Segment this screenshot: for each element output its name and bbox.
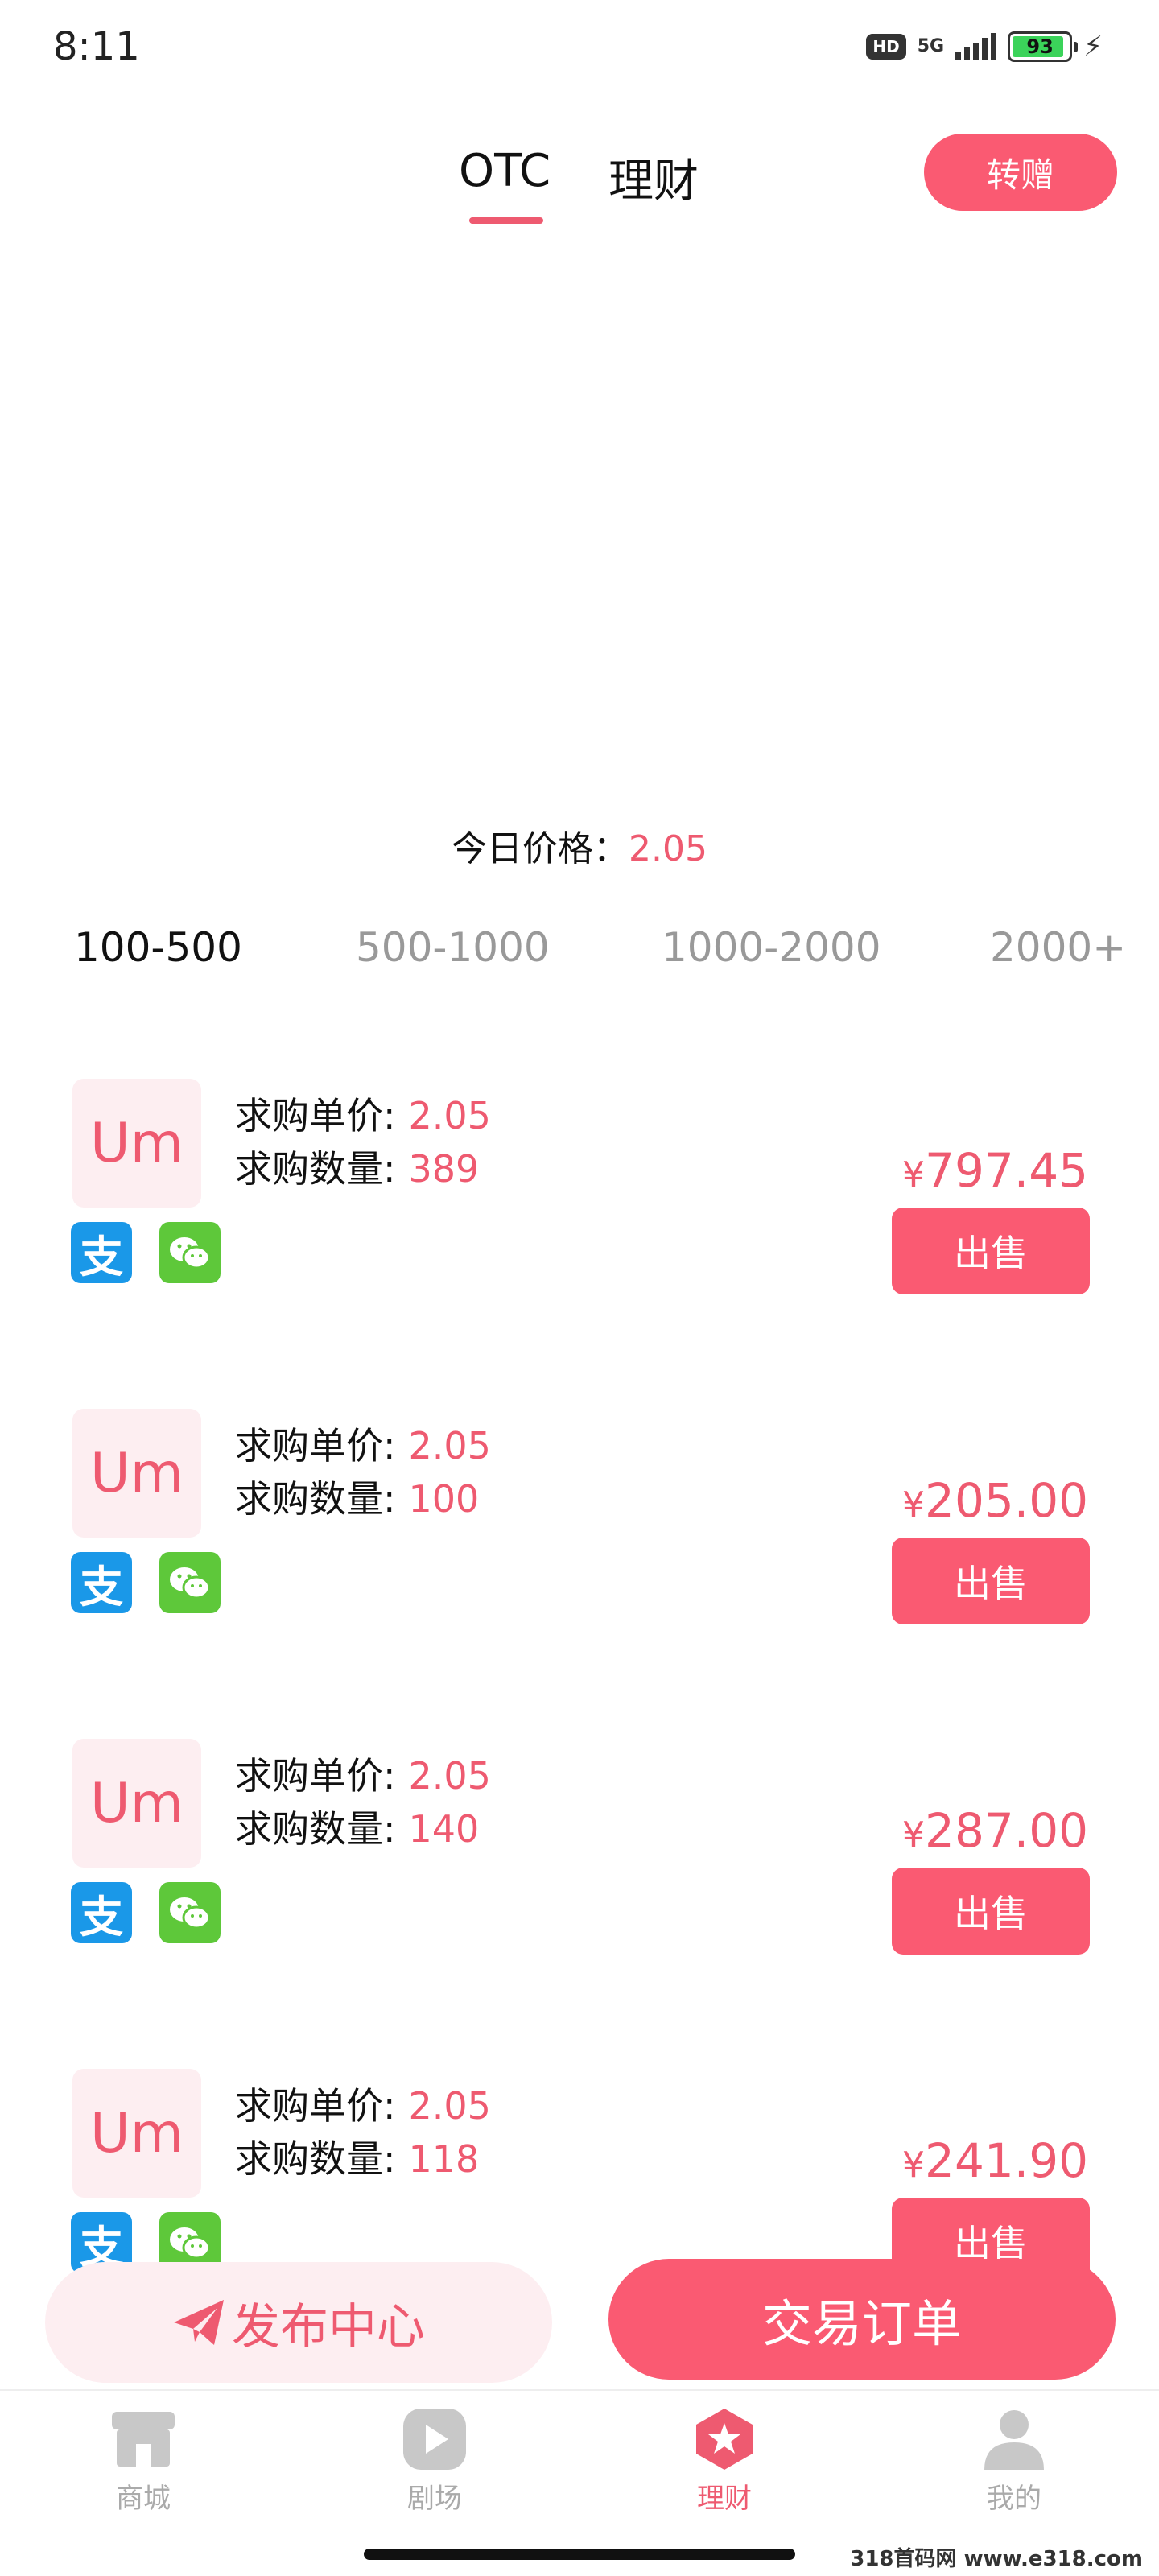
total-amount: ¥241.90 xyxy=(902,2133,1088,2188)
nav-label: 我的 xyxy=(987,2483,1041,2515)
transfer-gift-button[interactable]: 转赠 xyxy=(924,134,1117,211)
unit-price-label: 求购单价: xyxy=(235,2084,396,2128)
nav-item-shop[interactable]: 商城 xyxy=(71,2407,216,2516)
sell-button[interactable]: 出售 xyxy=(892,1208,1090,1294)
watermark: 318首码网 www.e318.com xyxy=(850,2547,1143,2571)
avatar: Um xyxy=(72,1079,201,1208)
quantity-row: 求购数量: 118 xyxy=(235,2130,479,2183)
publish-center-button[interactable]: 发布中心 xyxy=(45,2262,552,2383)
sell-button[interactable]: 出售 xyxy=(892,1868,1090,1955)
quantity-value: 389 xyxy=(408,1147,480,1191)
range-tab-100-500[interactable]: 100-500 xyxy=(74,924,242,971)
wechat-icon xyxy=(159,1882,221,1943)
order-item: Um 支 求购单价: 2.05 求购数量: 140 ¥287.00 出售 xyxy=(0,1739,1159,1980)
total-value: 287.00 xyxy=(925,1803,1088,1858)
order-item: Um 支 求购单价: 2.05 求购数量: 389 ¥797.45 出售 xyxy=(0,1079,1159,1320)
nav-label: 剧场 xyxy=(407,2483,462,2515)
today-price-value: 2.05 xyxy=(629,828,707,869)
total-amount: ¥797.45 xyxy=(902,1143,1088,1198)
range-tab-1000-2000[interactable]: 1000-2000 xyxy=(662,924,881,971)
trade-orders-button[interactable]: 交易订单 xyxy=(608,2259,1116,2380)
quantity-label: 求购数量: xyxy=(235,2137,396,2181)
quantity-label: 求购数量: xyxy=(235,1477,396,1521)
alipay-icon: 支 xyxy=(71,1882,132,1943)
quantity-row: 求购数量: 100 xyxy=(235,1470,479,1523)
quantity-value: 140 xyxy=(408,1807,480,1851)
user-icon xyxy=(984,2410,1044,2470)
tab-licai[interactable]: 理财 xyxy=(608,145,699,210)
nav-label: 商城 xyxy=(116,2483,171,2515)
quantity-label: 求购数量: xyxy=(235,1147,396,1191)
nav-item-mine[interactable]: 我的 xyxy=(942,2407,1087,2516)
hd-badge: HD xyxy=(866,34,906,60)
battery-icon: 93 xyxy=(1008,31,1079,62)
yen-symbol: ¥ xyxy=(902,1484,926,1525)
today-price: 今日价格：2.05 xyxy=(0,819,1159,871)
shop-icon xyxy=(112,2412,175,2467)
status-icons: HD 5G 93 ⚡ xyxy=(866,31,1103,63)
quantity-value: 100 xyxy=(408,1477,480,1521)
total-value: 241.90 xyxy=(925,2133,1088,2188)
active-tab-indicator xyxy=(469,217,543,224)
unit-price-row: 求购单价: 2.05 xyxy=(235,1087,491,1140)
total-amount: ¥287.00 xyxy=(902,1803,1088,1858)
range-filter: 100-500 500-1000 1000-2000 2000+ xyxy=(0,924,1159,980)
unit-price-label: 求购单价: xyxy=(235,1094,396,1137)
paper-plane-icon xyxy=(174,2300,224,2345)
nav-item-finance[interactable]: 理财 xyxy=(652,2407,797,2516)
unit-price-row: 求购单价: 2.05 xyxy=(235,1747,491,1800)
status-bar: 8:11 HD 5G 93 ⚡ xyxy=(0,0,1159,105)
yen-symbol: ¥ xyxy=(902,1154,926,1195)
battery-level: 93 xyxy=(1026,35,1054,58)
alipay-icon: 支 xyxy=(71,1552,132,1613)
quantity-row: 求购数量: 140 xyxy=(235,1800,479,1853)
yen-symbol: ¥ xyxy=(902,2145,926,2186)
play-icon xyxy=(403,2409,466,2470)
unit-price-label: 求购单价: xyxy=(235,1754,396,1798)
publish-center-label: 发布中心 xyxy=(232,2298,425,2355)
alipay-icon: 支 xyxy=(71,1222,132,1283)
action-bar: 发布中心 交易订单 xyxy=(0,2254,1159,2383)
order-item: Um 支 求购单价: 2.05 求购数量: 100 ¥205.00 出售 xyxy=(0,1409,1159,1650)
avatar: Um xyxy=(72,1739,201,1868)
network-type: 5G xyxy=(917,36,945,56)
total-value: 205.00 xyxy=(925,1473,1088,1528)
unit-price-row: 求购单价: 2.05 xyxy=(235,2077,491,2130)
sell-button[interactable]: 出售 xyxy=(892,1538,1090,1624)
unit-price-value: 2.05 xyxy=(408,1754,491,1798)
unit-price-value: 2.05 xyxy=(408,2084,491,2128)
unit-price-label: 求购单价: xyxy=(235,1424,396,1468)
home-indicator xyxy=(364,2549,795,2560)
star-icon xyxy=(696,2409,753,2470)
wechat-icon xyxy=(159,1552,221,1613)
avatar: Um xyxy=(72,1409,201,1538)
total-amount: ¥205.00 xyxy=(902,1473,1088,1528)
tab-otc[interactable]: OTC xyxy=(459,145,551,197)
today-price-label: 今日价格： xyxy=(452,828,629,869)
range-tab-500-1000[interactable]: 500-1000 xyxy=(356,924,550,971)
quantity-row: 求购数量: 389 xyxy=(235,1140,479,1193)
status-time: 8:11 xyxy=(53,24,140,69)
wechat-icon xyxy=(159,1222,221,1283)
unit-price-row: 求购单价: 2.05 xyxy=(235,1417,491,1470)
top-header: OTC 理财 转赠 xyxy=(0,129,1159,233)
unit-price-value: 2.05 xyxy=(408,1424,491,1468)
unit-price-value: 2.05 xyxy=(408,1094,491,1137)
avatar: Um xyxy=(72,2069,201,2198)
quantity-label: 求购数量: xyxy=(235,1807,396,1851)
yen-symbol: ¥ xyxy=(902,1814,926,1856)
total-value: 797.45 xyxy=(925,1143,1088,1198)
signal-icon xyxy=(955,33,997,60)
range-tab-2000-plus[interactable]: 2000+ xyxy=(990,924,1126,971)
nav-item-theater[interactable]: 剧场 xyxy=(362,2407,507,2516)
charging-icon: ⚡ xyxy=(1083,31,1103,63)
quantity-value: 118 xyxy=(408,2137,480,2181)
nav-label: 理财 xyxy=(697,2483,752,2515)
